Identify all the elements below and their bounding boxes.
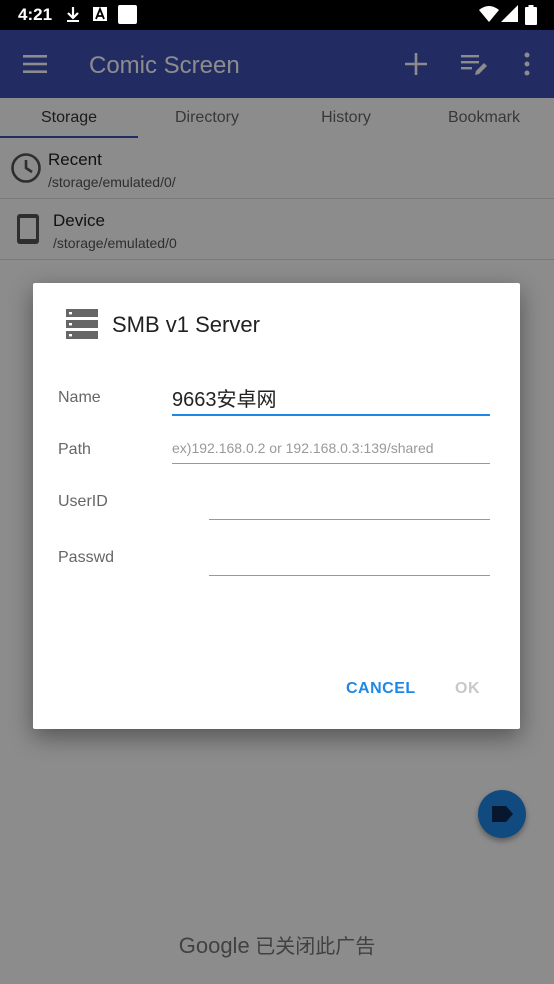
passwd-input[interactable] <box>209 545 490 576</box>
battery-icon <box>525 5 537 25</box>
path-input-placeholder: ex)192.168.0.2 or 192.168.0.3:139/shared <box>172 440 434 456</box>
name-label: Name <box>58 389 101 406</box>
text-a-icon <box>93 6 107 21</box>
passwd-label: Passwd <box>58 549 115 566</box>
name-input[interactable]: 9663安卓网 <box>172 383 490 416</box>
status-time: 4:21 <box>18 5 53 24</box>
name-input-value: 9663安卓网 <box>172 389 277 411</box>
userid-label: UserID <box>58 493 108 510</box>
notification-square-icon <box>118 5 137 24</box>
status-bar: 4:21 <box>0 0 554 30</box>
path-input[interactable]: ex)192.168.0.2 or 192.168.0.3:139/shared <box>172 440 490 464</box>
smb-server-dialog: SMB v1 Server Name 9663安卓网 Path ex)192.1… <box>33 283 520 729</box>
cancel-button[interactable]: CANCEL <box>346 680 416 698</box>
path-label: Path <box>58 441 91 458</box>
server-icon <box>66 309 98 339</box>
wifi-icon <box>479 6 499 22</box>
userid-input[interactable] <box>209 489 490 520</box>
download-icon <box>67 7 79 22</box>
signal-icon <box>501 5 518 22</box>
dialog-title: SMB v1 Server <box>112 312 260 337</box>
ok-button[interactable]: OK <box>455 680 480 698</box>
